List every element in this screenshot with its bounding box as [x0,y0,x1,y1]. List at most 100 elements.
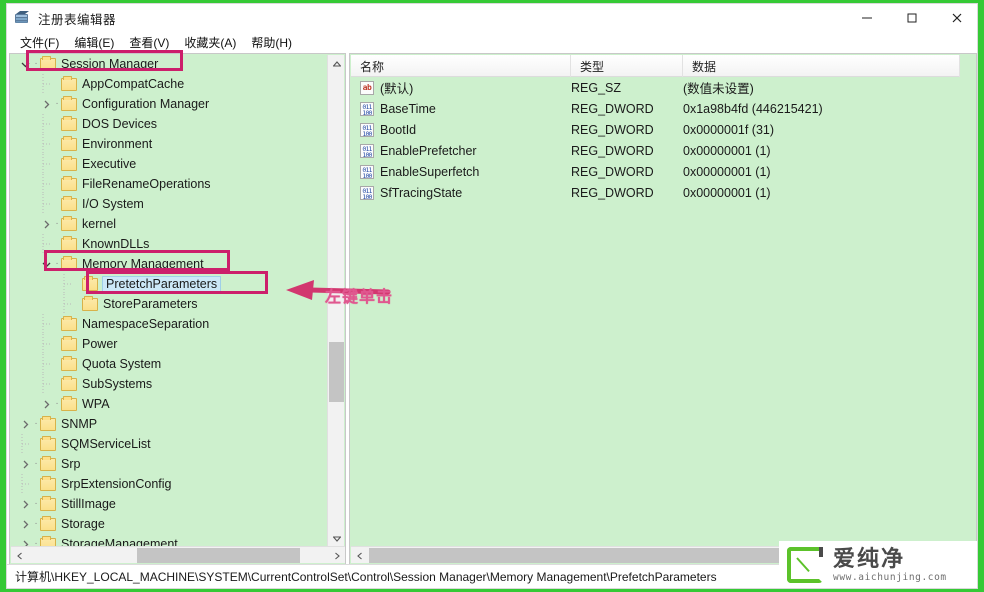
tree-dash: · [55,398,59,409]
reg-sz-icon: ab [360,80,374,95]
table-row[interactable]: 011 100 BootId REG_DWORD 0x0000001f (31) [351,119,960,140]
menu-edit[interactable]: 编辑(E) [68,32,123,53]
close-button[interactable] [934,4,977,32]
tree-item[interactable]: Environment [10,134,326,154]
value-name-cell: ab (默认) [351,78,571,97]
folder-icon [61,215,77,231]
tree-item[interactable]: I/O System [10,194,326,214]
tree-scroll-thumb[interactable] [329,342,344,402]
chevron-right-icon[interactable] [39,394,53,414]
chevron-right-icon[interactable] [18,454,32,474]
tree-item[interactable]: SubSystems [10,374,326,394]
table-row[interactable]: 011 100 BaseTime REG_DWORD 0x1a98b4fd (44621… [351,98,960,119]
tree-item[interactable]: · StillImage [10,494,326,514]
tree-dash: · [55,98,59,109]
tree-horizontal-scrollbar[interactable] [11,546,345,563]
chevron-down-icon[interactable] [18,54,32,74]
tree-item-label: SubSystems [82,377,153,391]
folder-icon [61,335,77,351]
tree-item[interactable]: DOS Devices [10,114,326,134]
tree-item[interactable]: Quota System [10,354,326,374]
menu-bar: 文件(F) 编辑(E) 查看(V) 收藏夹(A) 帮助(H) [7,32,977,53]
tree-connector-icon [39,234,53,254]
scroll-down-icon[interactable] [328,530,345,547]
tree-connector-icon [60,294,74,314]
tree-item-label: Srp [61,457,81,471]
menu-view[interactable]: 查看(V) [123,32,178,53]
tree-item-label: kernel [82,217,117,231]
column-header[interactable]: 类型 [571,55,683,77]
scroll-left-icon[interactable] [11,547,28,564]
chevron-right-icon[interactable] [18,414,32,434]
tree-connector-icon [18,474,32,494]
minimize-button[interactable] [844,4,889,32]
tree-item[interactable]: AppCompatCache [10,74,326,94]
table-row[interactable]: ab (默认) REG_SZ (数值未设置) [351,77,960,98]
chevron-right-icon[interactable] [39,214,53,234]
title-bar: 注册表编辑器 [7,4,977,32]
tree-dash: · [34,518,38,529]
listview-rows[interactable]: ab (默认) REG_SZ (数值未设置) 011 100 BaseTime REG_DWO… [351,77,960,203]
scroll-right-icon[interactable] [328,547,345,564]
chevron-right-icon[interactable] [18,494,32,514]
tree-item-label: PretetchParameters [102,276,222,292]
tree-item[interactable]: · Storage [10,514,326,534]
chevron-right-icon[interactable] [39,94,53,114]
tree-item[interactable]: · WPA [10,394,326,414]
tree-item[interactable]: Executive [10,154,326,174]
tree-item[interactable]: · SNMP [10,414,326,434]
chevron-down-icon[interactable] [39,254,53,274]
tree-connector-icon [18,434,32,454]
list-scroll-left-icon[interactable] [351,547,368,564]
registry-editor-icon [13,9,31,27]
tree-connector-icon [39,114,53,134]
value-type: REG_DWORD [571,122,654,137]
tree-item-label: WPA [82,397,110,411]
tree-item[interactable]: SQMServiceList [10,434,326,454]
menu-file[interactable]: 文件(F) [14,32,68,53]
tree-item[interactable]: SrpExtensionConfig [10,474,326,494]
tree-hscroll-thumb[interactable] [137,548,300,563]
table-row[interactable]: 011 100 EnablePrefetcher REG_DWORD 0x0000000… [351,140,960,161]
maximize-button[interactable] [889,4,934,32]
folder-icon [61,195,77,211]
folder-icon [61,355,77,371]
tree-dash: · [34,458,38,469]
folder-icon [61,135,77,151]
menu-favorites[interactable]: 收藏夹(A) [178,32,245,53]
status-path: 计算机\HKEY_LOCAL_MACHINE\SYSTEM\CurrentCon… [15,570,717,584]
table-row[interactable]: 011 100 EnableSuperfetch REG_DWORD 0x0000000… [351,161,960,182]
folder-icon [61,255,77,271]
value-data: 0x1a98b4fd (446215421) [683,101,823,116]
value-name-cell: 011 100 BaseTime [351,101,571,116]
tree-item[interactable]: NamespaceSeparation [10,314,326,334]
tree-item[interactable]: · Configuration Manager [10,94,326,114]
tree-item[interactable]: Power [10,334,326,354]
value-type: REG_SZ [571,80,622,95]
folder-icon [82,275,98,291]
folder-icon [40,435,56,451]
tree-connector-icon [39,174,53,194]
watermark-text: 爱纯净 www.aichunjing.com [833,546,947,583]
value-data: 0x00000001 (1) [683,185,771,200]
table-row[interactable]: 011 100 SfTracingState REG_DWORD 0x00000001 … [351,182,960,203]
folder-icon [40,515,56,531]
tree-connector-icon [39,134,53,154]
tree-item[interactable]: · Srp [10,454,326,474]
registry-editor-window: 注册表编辑器 文件(F) 编辑(E) 查看(V) 收藏夹(A) 帮助(H) · … [6,3,978,589]
menu-help[interactable]: 帮助(H) [245,32,301,53]
scroll-up-icon[interactable] [328,55,345,72]
tree-dash: · [34,58,38,69]
tree-connector-icon [39,74,53,94]
tree-item[interactable]: · kernel [10,214,326,234]
chevron-right-icon[interactable] [18,514,32,534]
value-type: REG_DWORD [571,164,654,179]
tree-item[interactable]: FileRenameOperations [10,174,326,194]
column-header[interactable]: 名称 [351,55,571,77]
value-type: REG_DWORD [571,143,654,158]
tree-item[interactable]: · Session Manager [10,54,326,74]
value-data: 0x00000001 (1) [683,164,771,179]
column-header[interactable]: 数据 [683,55,960,77]
tree-item[interactable]: KnownDLLs [10,234,326,254]
tree-item[interactable]: · Memory Management [10,254,326,274]
